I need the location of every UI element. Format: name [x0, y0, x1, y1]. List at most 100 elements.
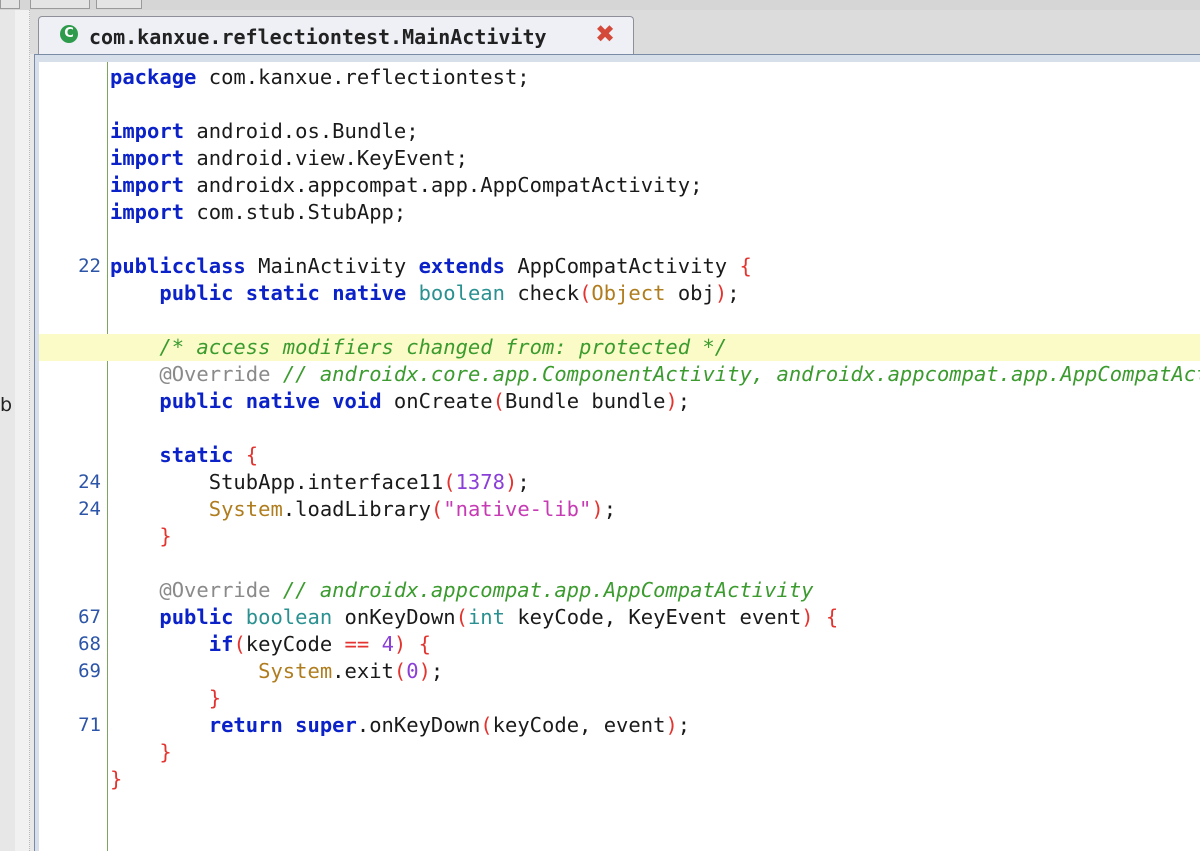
- code-token: ): [714, 281, 728, 305]
- code-token: package: [110, 65, 197, 89]
- line-number: 71: [78, 714, 101, 736]
- code-line[interactable]: [39, 550, 1200, 577]
- code-token: int: [467, 605, 505, 629]
- code-token: com.stub.StubApp;: [196, 200, 407, 224]
- code-token: .loadLibrary: [282, 497, 431, 521]
- code-text: publicclass MainActivity extends AppComp…: [110, 253, 752, 280]
- code-token: if: [208, 632, 234, 656]
- code-text: public static native boolean check(Objec…: [110, 280, 739, 307]
- code-token: }: [159, 524, 172, 548]
- toolbar-stub: [96, 0, 142, 9]
- code-line[interactable]: 69 System.exit(0);: [39, 658, 1200, 685]
- code-line[interactable]: /* access modifiers changed from: protec…: [39, 334, 1200, 361]
- code-line[interactable]: }: [39, 766, 1200, 793]
- code-token: (: [492, 389, 505, 413]
- code-token: (: [430, 497, 444, 521]
- code-token: (: [233, 632, 246, 656]
- code-token: }: [159, 740, 172, 764]
- code-line[interactable]: 68 if(keyCode == 4) {: [39, 631, 1200, 658]
- code-token: }: [208, 686, 222, 710]
- left-panel-edge[interactable]: b: [0, 10, 16, 851]
- code-token: (: [443, 470, 456, 494]
- code-token: .onKeyDown: [356, 713, 481, 737]
- code-text: @Override // androidx.appcompat.app.AppC…: [110, 577, 813, 604]
- code-text: import android.os.Bundle;: [110, 118, 419, 145]
- code-line[interactable]: }: [39, 685, 1200, 712]
- tab-main-activity[interactable]: C com.kanxue.reflectiontest.MainActivity…: [38, 16, 634, 54]
- close-icon[interactable]: ✖: [592, 21, 618, 47]
- code-token: (: [393, 659, 407, 683]
- code-line[interactable]: [39, 91, 1200, 118]
- code-text: StubApp.interface11(1378);: [110, 469, 530, 496]
- code-text: /* access modifiers changed from: protec…: [110, 334, 727, 361]
- code-token: android.os.Bundle;: [196, 119, 419, 143]
- code-line[interactable]: }: [39, 739, 1200, 766]
- code-token: 1378: [455, 470, 505, 494]
- code-token: ): [665, 713, 678, 737]
- code-token: MainActivity: [258, 254, 407, 278]
- code-token: .exit: [332, 659, 394, 683]
- code-text: public native void onCreate(Bundle bundl…: [110, 388, 690, 415]
- code-line[interactable]: public native void onCreate(Bundle bundl…: [39, 388, 1200, 415]
- code-line[interactable]: public static native boolean check(Objec…: [39, 280, 1200, 307]
- code-line[interactable]: 71 return super.onKeyDown(keyCode, event…: [39, 712, 1200, 739]
- code-line[interactable]: import android.os.Bundle;: [39, 118, 1200, 145]
- code-token: StubApp.interface11: [110, 470, 444, 494]
- code-text: import com.stub.StubApp;: [110, 199, 406, 226]
- left-panel-label: b: [0, 394, 13, 416]
- code-line[interactable]: import android.view.KeyEvent;: [39, 145, 1200, 172]
- code-token: @Override: [159, 578, 271, 602]
- code-text: }: [110, 766, 122, 793]
- code-line[interactable]: }: [39, 523, 1200, 550]
- code-line[interactable]: @Override // androidx.appcompat.app.AppC…: [39, 577, 1200, 604]
- code-line[interactable]: [39, 226, 1200, 253]
- code-token: /* access modifiers changed from: protec…: [159, 335, 728, 359]
- editor-tab-bar: C com.kanxue.reflectiontest.MainActivity…: [30, 10, 1200, 54]
- code-token: obj: [677, 281, 715, 305]
- code-token: ;: [603, 497, 617, 521]
- code-line[interactable]: @Override // androidx.core.app.Component…: [39, 361, 1200, 388]
- code-text: @Override // androidx.core.app.Component…: [110, 361, 1200, 388]
- code-line[interactable]: [39, 415, 1200, 442]
- code-token: static: [159, 443, 234, 467]
- code-line[interactable]: [39, 307, 1200, 334]
- code-line[interactable]: package com.kanxue.reflectiontest;: [39, 64, 1200, 91]
- code-token: import: [110, 200, 185, 224]
- code-line[interactable]: import com.stub.StubApp;: [39, 199, 1200, 226]
- code-token: Object: [591, 281, 666, 305]
- code-text: }: [110, 523, 172, 550]
- code-token: androidx.appcompat.app.AppCompatActivity…: [196, 173, 703, 197]
- code-token: {: [739, 254, 752, 278]
- code-text: public boolean onKeyDown(int keyCode, Ke…: [110, 604, 838, 631]
- code-token: check: [517, 281, 580, 305]
- code-token: ): [418, 659, 431, 683]
- code-line[interactable]: 24 System.loadLibrary("native-lib");: [39, 496, 1200, 523]
- code-text: import android.view.KeyEvent;: [110, 145, 468, 172]
- code-line[interactable]: import androidx.appcompat.app.AppCompatA…: [39, 172, 1200, 199]
- code-token: public: [159, 389, 234, 413]
- code-text: }: [110, 739, 172, 766]
- code-line[interactable]: 67 public boolean onKeyDown(int keyCode,…: [39, 604, 1200, 631]
- panel-splitter[interactable]: [15, 10, 30, 851]
- tab-title: com.kanxue.reflectiontest.MainActivity: [89, 25, 547, 49]
- code-token: {: [825, 605, 839, 629]
- code-line[interactable]: 24 StubApp.interface11(1378);: [39, 469, 1200, 496]
- code-line[interactable]: 22 publicclass MainActivity extends AppCo…: [39, 253, 1200, 280]
- code-editor[interactable]: package com.kanxue.reflectiontest; import…: [39, 62, 1200, 851]
- code-token: android.view.KeyEvent;: [196, 146, 468, 170]
- code-token: void: [332, 389, 382, 413]
- code-token: ): [591, 497, 604, 521]
- code-token: native: [332, 281, 407, 305]
- code-token: ): [665, 389, 678, 413]
- code-token: keyCode, KeyEvent event: [517, 605, 802, 629]
- code-token: import: [110, 173, 185, 197]
- code-token: 0: [406, 659, 419, 683]
- code-line[interactable]: static {: [39, 442, 1200, 469]
- code-token: Bundle bundle: [505, 389, 666, 413]
